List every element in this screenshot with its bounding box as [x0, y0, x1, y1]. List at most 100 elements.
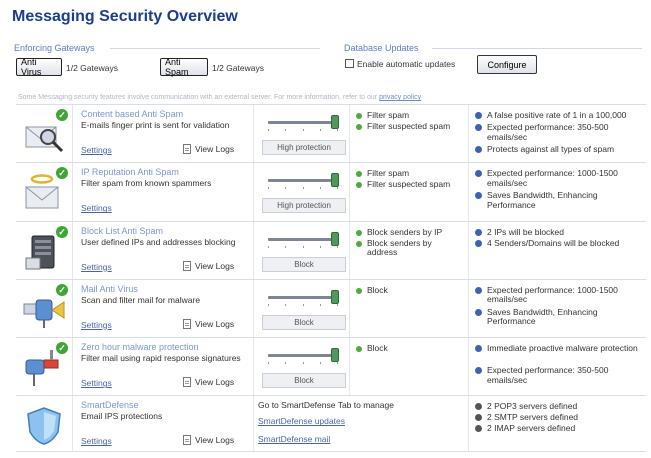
info-icon	[475, 308, 482, 316]
info-item: 2 POP3 servers defined	[475, 402, 577, 412]
enabled-dot-icon	[356, 124, 362, 130]
feature-title[interactable]: Mail Anti Virus	[81, 284, 138, 294]
enabled-dot-icon	[356, 287, 362, 294]
auto-updates-label: Enable automatic updates	[357, 59, 456, 69]
log-document-icon	[183, 435, 191, 446]
info-icon	[475, 192, 482, 200]
feature-row-zero-hour: ✓ Zero hour malware protection Filter ma…	[16, 338, 646, 397]
view-logs-button[interactable]: View Logs	[183, 377, 235, 388]
info-icon	[475, 170, 482, 178]
protection-slider-track[interactable]	[268, 354, 338, 358]
feature-description: Filter spam from known spammers	[81, 178, 212, 189]
option-item: Block	[356, 285, 388, 296]
protection-slider-track[interactable]	[268, 121, 338, 124]
feature-title[interactable]: Zero hour malware protection	[81, 342, 199, 352]
protection-slider-track[interactable]	[268, 237, 338, 241]
privacy-notice-text: Some Messaging security features involve…	[18, 94, 378, 101]
gateways-legend: Enforcing Gateways	[14, 43, 95, 53]
enabled-dot-icon	[356, 240, 362, 247]
log-document-icon	[183, 377, 191, 388]
feature-description: Filter mail using rapid response signatu…	[81, 353, 241, 364]
view-logs-button[interactable]: View Logs	[183, 144, 234, 154]
info-icon	[475, 286, 482, 294]
info-icon	[475, 146, 482, 153]
protection-level-label: Block	[262, 314, 346, 330]
envelope-magnifier-icon: ✓	[22, 109, 68, 155]
info-item: Protects against all types of spam	[475, 144, 614, 155]
protection-level-label: High protection	[262, 198, 346, 214]
info-icon	[475, 345, 482, 353]
log-document-icon	[183, 318, 191, 329]
enabled-dot-icon	[356, 229, 362, 236]
protection-slider-thumb[interactable]	[330, 289, 339, 304]
enabled-dot-icon	[356, 182, 362, 189]
info-item: Immediate proactive malware protection	[475, 344, 640, 354]
view-logs-label: View Logs	[195, 260, 235, 271]
settings-link[interactable]: Settings	[81, 203, 112, 213]
option-item: Filter spam	[356, 110, 409, 121]
info-item: Expected performance: 350-500 emails/sec	[475, 122, 640, 142]
feature-title[interactable]: IP Reputation Anti Spam	[81, 167, 179, 177]
feature-title[interactable]: Block List Anti Spam	[81, 226, 163, 236]
info-icon	[475, 367, 482, 375]
settings-link[interactable]: Settings	[81, 262, 112, 272]
feature-title[interactable]: Content based Anti Spam	[81, 109, 183, 119]
status-ok-icon: ✓	[56, 283, 68, 296]
db-updates-legend: Database Updates	[344, 43, 419, 53]
view-logs-label: View Logs	[195, 377, 235, 388]
info-item: 2 IPs will be blocked	[475, 227, 564, 238]
view-logs-label: View Logs	[195, 435, 235, 446]
info-item: Expected performance: 1000-1500 emails/s…	[475, 169, 640, 188]
smartdefense-updates-link[interactable]: SmartDefense updates	[258, 416, 345, 426]
view-logs-button[interactable]: View Logs	[183, 318, 235, 329]
settings-link[interactable]: Settings	[81, 436, 112, 446]
feature-row-content-anti-spam: ✓ Content based Anti Spam E-mails finger…	[16, 105, 646, 164]
view-logs-button[interactable]: View Logs	[183, 435, 235, 446]
protection-slider-thumb[interactable]	[330, 115, 339, 129]
auto-updates-checkbox[interactable]	[345, 59, 354, 68]
protection-level-label: High protection	[262, 140, 346, 155]
protection-slider-thumb[interactable]	[330, 231, 339, 246]
privacy-notice: Some Messaging security features involve…	[18, 94, 421, 101]
protection-slider-track[interactable]	[268, 179, 338, 183]
feature-row-mail-anti-virus: ✓ Mail Anti Virus Scan and filter mail f…	[16, 279, 646, 339]
feature-description: Scan and filter mail for malware	[81, 294, 201, 305]
info-item: A false positive rate of 1 in a 100,000	[475, 110, 626, 121]
anti-spam-button[interactable]: Anti Spam	[160, 57, 208, 77]
status-ok-icon: ✓	[56, 167, 68, 180]
info-item: 2 IMAP servers defined	[475, 424, 575, 434]
feature-description: E-mails finger print is sent for validat…	[81, 120, 230, 130]
settings-link[interactable]: Settings	[81, 320, 112, 330]
settings-link[interactable]: Settings	[81, 145, 112, 155]
protection-level-label: Block	[262, 256, 346, 272]
enabled-dot-icon	[356, 346, 362, 353]
view-logs-button[interactable]: View Logs	[183, 260, 235, 271]
status-ok-icon: ✓	[56, 225, 68, 238]
log-document-icon	[183, 144, 191, 154]
smartdefense-mail-link[interactable]: SmartDefense mail	[258, 434, 330, 444]
protection-slider-thumb[interactable]	[330, 348, 339, 363]
settings-link[interactable]: Settings	[81, 378, 112, 388]
info-icon	[475, 124, 482, 131]
option-item: Filter suspected spam	[356, 180, 450, 190]
configure-button[interactable]: Configure	[477, 55, 537, 74]
envelope-halo-icon: ✓	[22, 167, 68, 213]
gateways-divider	[110, 48, 320, 49]
protection-slider-track[interactable]	[268, 295, 338, 299]
protection-level-label: Block	[262, 373, 346, 389]
info-item: Saves Bandwidth, Enhancing Performance	[475, 191, 640, 210]
enabled-dot-icon	[356, 171, 362, 178]
option-item: Block senders by address	[356, 238, 446, 258]
privacy-policy-link[interactable]: privacy policy	[379, 94, 421, 101]
feature-row-smartdefense: SmartDefense Email IPS protections Setti…	[16, 396, 646, 453]
view-logs-label: View Logs	[195, 318, 235, 329]
info-item: 4 Senders/Domains will be blocked	[475, 238, 619, 249]
mailbox-alert-icon: ✓	[22, 342, 68, 388]
protection-slider-thumb[interactable]	[330, 173, 339, 188]
info-icon	[475, 403, 482, 411]
log-document-icon	[183, 260, 191, 271]
feature-title[interactable]: SmartDefense	[81, 400, 139, 410]
shield-icon	[22, 404, 66, 446]
feature-row-ip-reputation: ✓ IP Reputation Anti Spam Filter spam fr…	[16, 163, 646, 222]
anti-virus-button[interactable]: Anti Virus	[16, 57, 62, 77]
